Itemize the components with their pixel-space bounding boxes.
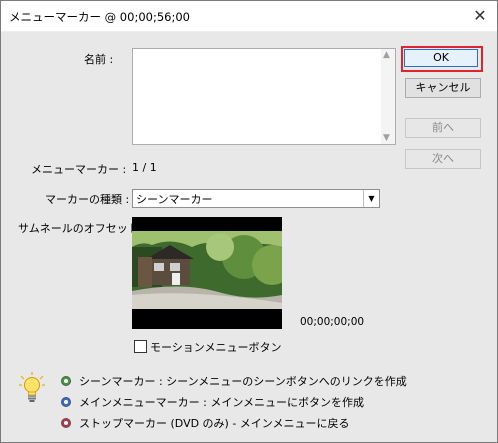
- dialog-body: 名前 : ▲ ▼ OK キャンセル 前へ 次へ メニューマーカー : 1 / 1…: [1, 32, 497, 442]
- next-button[interactable]: 次へ: [405, 149, 481, 169]
- thumb-timecode: 00;00;00;00: [300, 316, 365, 328]
- marker-type-select[interactable]: シーンマーカー ▼: [132, 189, 380, 208]
- thumbnail-image: [132, 217, 282, 329]
- motion-menu-label: モーションメニューボタン: [150, 341, 282, 354]
- thumbnail-preview[interactable]: [132, 217, 282, 329]
- legend-scene-marker: シーンマーカー : シーンメニューのシーンボタンへのリンクを作成: [61, 373, 407, 389]
- menu-marker-count: 1 / 1: [132, 161, 157, 174]
- main-menu-marker-icon: [61, 397, 71, 407]
- ok-button[interactable]: OK: [404, 49, 478, 67]
- chevron-down-icon[interactable]: ▼: [363, 190, 379, 207]
- marker-type-label: マーカーの種類 :: [45, 193, 130, 206]
- close-icon[interactable]: ✕: [469, 6, 491, 26]
- lightbulb-icon: [19, 372, 45, 402]
- menu-marker-dialog: メニューマーカー @ 00;00;56;00 ✕ 名前 : ▲ ▼ OK キャン…: [0, 0, 498, 443]
- scroll-up-icon[interactable]: ▲: [383, 50, 390, 60]
- window-title: メニューマーカー @ 00;00;56;00: [9, 10, 190, 24]
- prev-button[interactable]: 前へ: [405, 118, 481, 138]
- checkbox-box[interactable]: [134, 340, 147, 353]
- legend-text: ストップマーカー (DVD のみ) - メインメニューに戻る: [79, 417, 350, 430]
- menu-marker-label: メニューマーカー :: [31, 163, 127, 176]
- name-textarea[interactable]: ▲ ▼: [132, 48, 396, 145]
- scroll-down-icon[interactable]: ▼: [383, 133, 390, 143]
- legend-main-menu-marker: メインメニューマーカー : メインメニューにボタンを作成: [61, 394, 364, 410]
- cancel-button[interactable]: キャンセル: [405, 78, 481, 98]
- title-bar: メニューマーカー @ 00;00;56;00 ✕: [1, 1, 497, 31]
- stop-marker-icon: [61, 418, 71, 428]
- scene-marker-icon: [61, 376, 71, 386]
- name-scrollbar[interactable]: ▲ ▼: [381, 49, 395, 144]
- ok-highlight: OK: [401, 46, 483, 72]
- thumb-offset-label: サムネールのオフセット :: [18, 222, 146, 235]
- legend-text: シーンマーカー : シーンメニューのシーンボタンへのリンクを作成: [79, 375, 407, 388]
- legend-stop-marker: ストップマーカー (DVD のみ) - メインメニューに戻る: [61, 415, 349, 431]
- name-label: 名前 :: [84, 53, 114, 66]
- legend-text: メインメニューマーカー : メインメニューにボタンを作成: [79, 396, 365, 409]
- motion-menu-checkbox[interactable]: モーションメニューボタン: [134, 339, 281, 355]
- marker-type-value: シーンマーカー: [136, 193, 213, 206]
